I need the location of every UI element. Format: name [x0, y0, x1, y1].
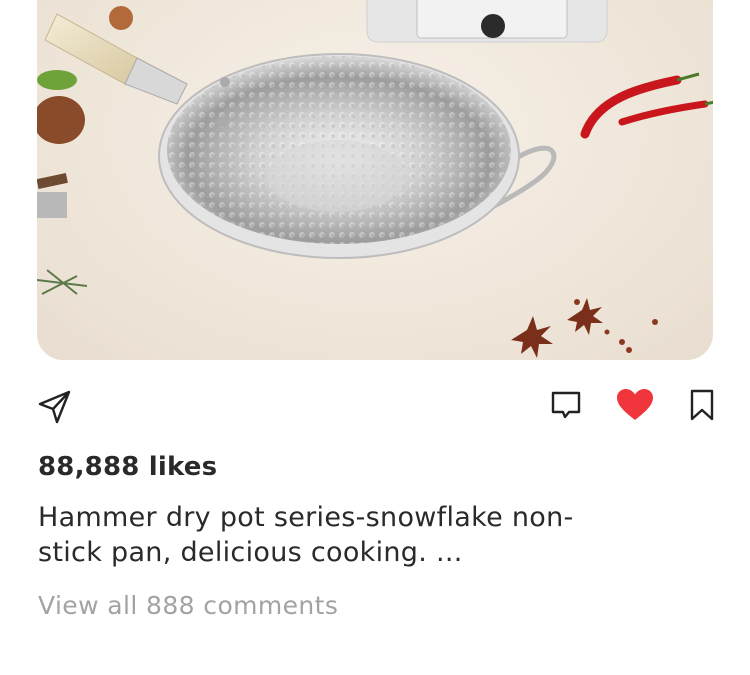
- post-action-bar: [0, 385, 750, 431]
- post-caption: Hammer dry pot series-snowflake non-stic…: [38, 502, 574, 568]
- bookmark-icon[interactable]: [682, 385, 722, 425]
- view-comments-link[interactable]: View all 888 comments: [38, 591, 338, 620]
- likes-count[interactable]: 88,888 likes: [38, 452, 217, 482]
- post-image[interactable]: [37, 0, 713, 360]
- heart-icon[interactable]: [615, 385, 655, 425]
- paper-plane-icon[interactable]: [35, 387, 75, 427]
- comment-icon[interactable]: [546, 385, 586, 425]
- wok-illustration: [37, 0, 713, 358]
